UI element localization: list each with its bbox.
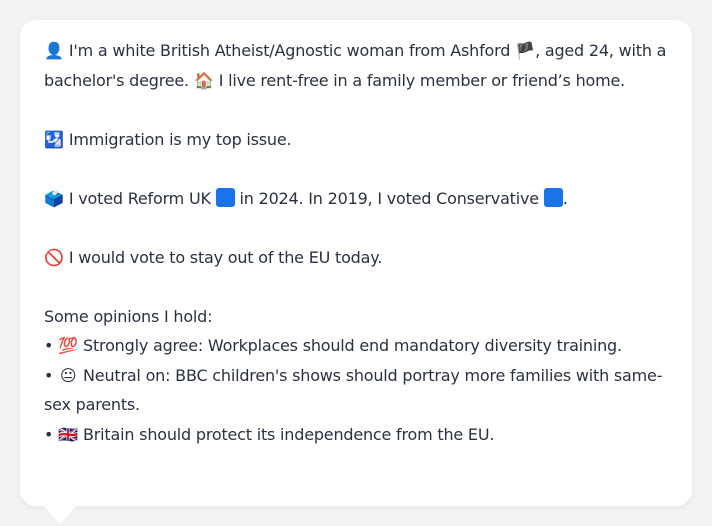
opinion-item: • 💯 Strongly agree: Workplaces should en…: [44, 331, 668, 361]
opinion-text: Britain should protect its independence …: [78, 424, 495, 444]
opinion-item: • 🇬🇧 Britain should protect its independ…: [44, 420, 668, 450]
neutral-face-icon: 😐: [59, 365, 77, 385]
person-icon: 👤: [44, 41, 64, 60]
intro-text: I live rent-free in a family member or f…: [213, 70, 626, 90]
england-flag-icon: 🏴: [515, 41, 535, 60]
house-icon: 🏠: [193, 70, 214, 90]
opinion-item: • 😐 Neutral on: BBC children's shows sho…: [44, 361, 668, 420]
bullet: •: [44, 424, 54, 444]
intro-paragraph: 👤 I'm a white British Atheist/Agnostic w…: [44, 36, 668, 95]
ballot-box-icon: 🗳️: [44, 188, 64, 208]
issue-text: Immigration is my top issue.: [64, 129, 292, 149]
passport-control-icon: 🛂: [44, 129, 64, 149]
intro-text: I'm a white British Atheist/Agnostic wom…: [64, 41, 516, 60]
opinion-text: Strongly agree: Workplaces should end ma…: [78, 336, 622, 355]
opinion-text: Neutral on: BBC children's shows should …: [44, 365, 663, 415]
reform-party-color-icon: [215, 187, 235, 207]
prohibited-icon: 🚫: [44, 247, 64, 267]
issue-paragraph: 🛂 Immigration is my top issue.: [44, 125, 668, 155]
persona-card: 👤 I'm a white British Atheist/Agnostic w…: [20, 20, 692, 506]
eu-paragraph: 🚫 I would vote to stay out of the EU tod…: [44, 243, 668, 273]
conservative-party-color-icon: [543, 187, 563, 207]
eu-text: I would vote to stay out of the EU today…: [64, 247, 383, 267]
hundred-points-icon: 💯: [58, 336, 78, 355]
opinions-heading: Some opinions I hold:: [44, 306, 213, 326]
vote-paragraph: 🗳️ I voted Reform UK in 2024. In 2019, I…: [44, 184, 668, 214]
vote-text: in 2024. In 2019, I voted Conservative: [234, 188, 544, 208]
bullet: •: [44, 365, 54, 385]
bullet: •: [44, 336, 54, 355]
vote-text: .: [562, 188, 568, 208]
speech-bubble-tail: [42, 504, 78, 524]
vote-text: I voted Reform UK: [64, 188, 216, 208]
uk-flag-icon: 🇬🇧: [58, 424, 78, 444]
